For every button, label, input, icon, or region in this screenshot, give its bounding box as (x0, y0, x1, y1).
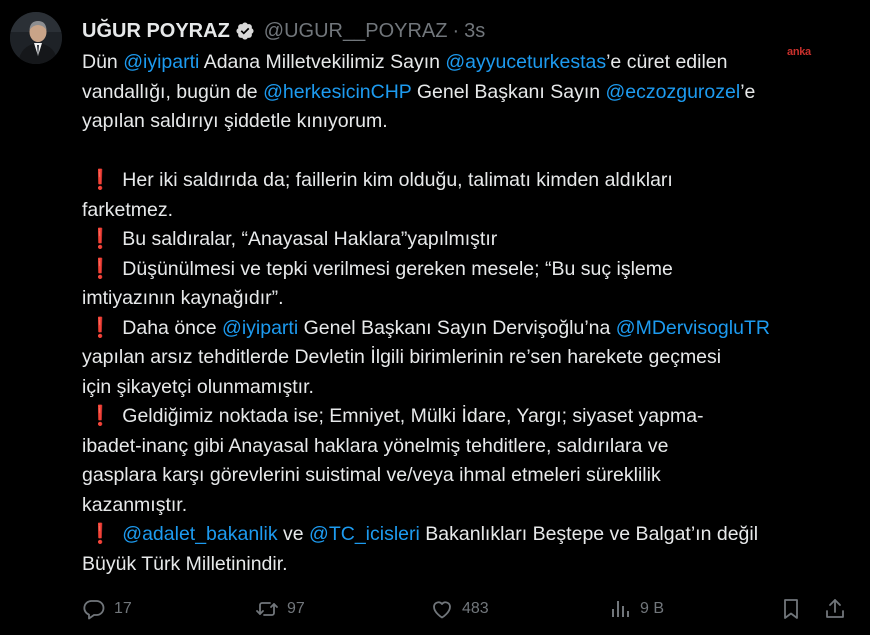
text-segment: Dün (82, 51, 124, 73)
text-line: imtiyazının kaynağıdır”. (82, 284, 857, 314)
text-line: ❗ Düşünülmesi ve tepki verilmesi gereken … (82, 255, 857, 285)
author-handle[interactable]: @UGUR__POYRAZ (264, 20, 448, 43)
like-count: 483 (462, 600, 489, 617)
text-segment: Büyük Türk Milletinindir. (82, 552, 288, 575)
mention-link[interactable]: @ayyuceturkestas (445, 51, 606, 73)
text-line: ❗ Bu saldıralar, “Anayasal Haklara”yapılm… (82, 225, 857, 255)
text-segment: ibadet-inanç gibi Anayasal haklara yönel… (82, 434, 669, 457)
text-segment: ’e (740, 80, 756, 103)
text-segment: gasplara karşı görevlerini suistimal ve/… (82, 464, 661, 486)
text-line: kazanmıştır. (82, 491, 857, 521)
share-button[interactable] (823, 597, 847, 621)
timestamp[interactable]: 3s (464, 20, 485, 43)
text-line: yapılan saldırıyı şiddetle kınıyorum. (82, 107, 857, 137)
text-segment: vandallığı, bugün de (82, 80, 264, 103)
tweet-text: Dün @iyiparti Adana Milletvekilimiz Sayı… (82, 48, 857, 579)
reply-count: 17 (114, 600, 132, 617)
mention-link[interactable]: @iyiparti (222, 317, 298, 339)
exclamation-icon: ❗ (88, 257, 113, 280)
repost-count: 97 (287, 600, 305, 617)
text-segment: kazanmıştır. (82, 493, 188, 516)
text-segment: Genel Başkanı Sayın Dervişoğlu’na (298, 316, 616, 339)
exclamation-icon: ❗ (88, 523, 113, 545)
text-line: ❗ Daha önce @iyiparti Genel Başkanı Sayın… (82, 314, 857, 344)
text-segment: imtiyazının kaynağıdır”. (82, 287, 284, 309)
exclamation-icon: ❗ (88, 169, 113, 191)
mention-link[interactable]: @herkesicinCHP (263, 81, 411, 103)
exclamation-icon: ❗ (88, 228, 113, 250)
text-line: Dün @iyiparti Adana Milletvekilimiz Sayı… (82, 48, 857, 78)
tweet: UĞUR POYRAZ @UGUR__POYRAZ · 3s anka Dün … (0, 0, 870, 635)
text-segment: Daha önce (122, 316, 223, 339)
reply-icon (83, 600, 105, 620)
text-segment: için şikayetçi olunmamıştır. (82, 375, 314, 398)
tweet-header: UĞUR POYRAZ @UGUR__POYRAZ · 3s (82, 17, 485, 45)
text-line: vandallığı, bugün de @herkesicinCHP Gene… (82, 78, 857, 108)
text-line: yapılan arsız tehditlerde Devletin İlgil… (82, 343, 857, 373)
exclamation-icon: ❗ (88, 316, 113, 339)
share-icon (826, 599, 844, 618)
mention-link[interactable]: @TC_icisleri (309, 523, 420, 545)
text-segment: Düşünülmesi ve tepki verilmesi gereken m… (122, 257, 673, 280)
action-bar: 17 97 483 9 B (0, 597, 870, 629)
mention-link[interactable]: @eczozgurozel (606, 81, 741, 103)
views-bar-chart-icon (612, 601, 629, 617)
text-segment: Her iki saldırıda da; faillerin kim oldu… (122, 169, 673, 191)
text-line: gasplara karşı görevlerini suistimal ve/… (82, 461, 857, 491)
mention-link[interactable]: @adalet_bakanlik (122, 523, 277, 545)
verified-badge-icon[interactable] (235, 21, 255, 41)
profile-photo-icon (10, 12, 62, 64)
text-line: ❗ @adalet_bakanlik ve @TC_icisleri Bakanl… (82, 520, 857, 550)
text-line: için şikayetçi olunmamıştır. (82, 373, 857, 403)
like-button[interactable]: 483 (430, 597, 489, 621)
text-segment: Genel Başkanı Sayın (411, 80, 606, 103)
bookmark-button[interactable] (779, 597, 803, 621)
text-line: Büyük Türk Milletinindir. (82, 550, 857, 580)
reply-button[interactable]: 17 (82, 597, 132, 621)
exclamation-icon: ❗ (88, 405, 113, 427)
repost-button[interactable]: 97 (255, 597, 305, 621)
bookmark-icon (784, 599, 798, 619)
text-segment: farketmez. (82, 198, 174, 221)
text-segment: yapılan saldırıyı şiddetle kınıyorum. (82, 110, 388, 132)
text-line: farketmez. (82, 196, 857, 226)
text-segment: ’e cüret edilen (606, 51, 728, 73)
mention-link[interactable]: @MDervisogluTR (616, 317, 770, 339)
views-button[interactable]: 9 B (608, 597, 664, 621)
heart-icon (433, 601, 451, 619)
text-segment: ve (277, 523, 310, 545)
text-segment: Adana Milletvekilimiz Sayın (199, 51, 446, 73)
display-name[interactable]: UĞUR POYRAZ (82, 20, 230, 43)
views-count: 9 B (640, 600, 665, 617)
text-segment: Geldiğimiz noktada ise; Emniyet, Mülki İ… (122, 405, 704, 427)
repost-icon (256, 602, 278, 616)
text-line: ❗ Her iki saldırıda da; faillerin kim old… (82, 166, 857, 196)
avatar[interactable] (10, 12, 62, 64)
text-segment: yapılan arsız tehditlerde Devletin İlgil… (82, 346, 722, 368)
text-segment: Bakanlıkları Beştepe ve Balgat’ın değil (419, 523, 759, 545)
mention-link[interactable]: @iyiparti (123, 51, 199, 73)
text-line: ❗ Geldiğimiz noktada ise; Emniyet, Mülki … (82, 402, 857, 432)
text-line: ibadet-inanç gibi Anayasal haklara yönel… (82, 432, 857, 462)
text-segment: Bu saldıralar, “Anayasal Haklara”yapılmı… (122, 228, 498, 250)
separator-dot: · (452, 19, 460, 42)
